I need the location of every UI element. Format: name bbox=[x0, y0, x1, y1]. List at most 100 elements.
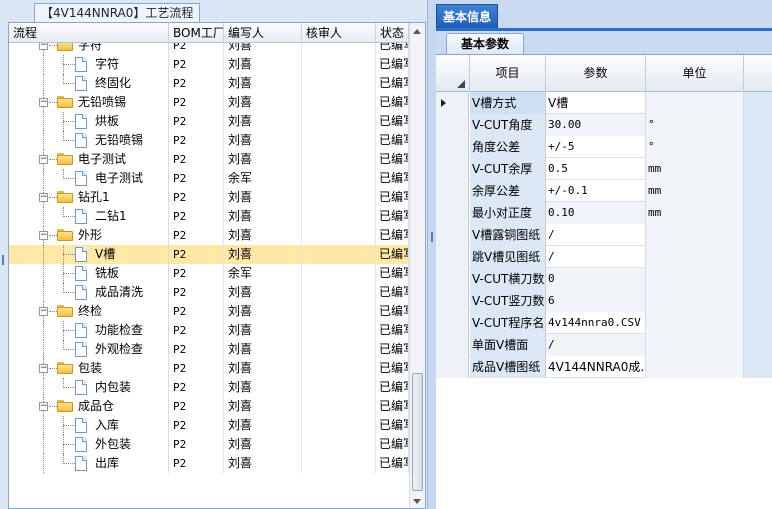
param-value-cell[interactable]: V槽 bbox=[546, 92, 646, 114]
tree-cell[interactable]: − 无铅喷锡 bbox=[9, 93, 169, 112]
tree-folder-row[interactable]: − 电子测试 P2刘喜 已编写 bbox=[9, 150, 409, 169]
select-all-corner-icon[interactable] bbox=[457, 80, 465, 88]
row-indicator[interactable] bbox=[436, 136, 469, 158]
param-value-cell[interactable]: +/-0.1 bbox=[546, 180, 646, 202]
tab-basic-info[interactable]: 基本信息 bbox=[436, 4, 499, 28]
row-indicator[interactable] bbox=[436, 334, 469, 356]
row-indicator[interactable] bbox=[436, 246, 469, 268]
tree-cell[interactable]: 二钻1 bbox=[9, 207, 169, 226]
process-flow-tab[interactable]: 【4V144NNRA0】工艺流程 bbox=[34, 3, 201, 23]
tree-cell[interactable]: 电子测试 bbox=[9, 169, 169, 188]
tree-cell[interactable]: 成品清洗 bbox=[9, 283, 169, 302]
row-indicator[interactable] bbox=[436, 224, 469, 246]
param-row[interactable]: 余厚公差 +/-0.1 mm bbox=[436, 180, 772, 202]
tree-item-row[interactable]: 成品清洗 P2刘喜 已编写 bbox=[9, 283, 409, 302]
tree-cell[interactable]: 外观检查 bbox=[9, 340, 169, 359]
row-indicator[interactable] bbox=[436, 158, 469, 180]
param-value-cell[interactable]: / bbox=[546, 334, 646, 356]
tree-cell[interactable]: − 终检 bbox=[9, 302, 169, 321]
tree-folder-row[interactable]: − 无铅喷锡 P2刘喜 已编写 bbox=[9, 93, 409, 112]
collapse-toggle-icon[interactable]: − bbox=[39, 155, 48, 164]
tree-cell[interactable]: 终固化 bbox=[9, 74, 169, 93]
collapse-toggle-icon[interactable]: − bbox=[39, 402, 48, 411]
collapse-toggle-icon[interactable]: − bbox=[39, 98, 48, 107]
tree-cell[interactable]: 入库 bbox=[9, 416, 169, 435]
tree-cell[interactable]: 内包装 bbox=[9, 378, 169, 397]
column-header-unit[interactable]: 单位 bbox=[646, 55, 744, 92]
tree-item-row[interactable]: 无铅喷锡 P2刘喜 已编写 bbox=[9, 131, 409, 150]
pane-splitter[interactable] bbox=[429, 0, 436, 509]
tree-folder-row[interactable]: − 钻孔1 P2刘喜 已编写 bbox=[9, 188, 409, 207]
param-row[interactable]: 单面V槽面 / bbox=[436, 334, 772, 356]
param-value-cell[interactable]: 6 bbox=[546, 290, 646, 312]
left-edge-grip[interactable] bbox=[2, 255, 5, 265]
row-indicator[interactable] bbox=[436, 202, 469, 224]
param-value-cell[interactable]: / bbox=[546, 224, 646, 246]
row-indicator[interactable] bbox=[436, 268, 469, 290]
param-value-cell[interactable]: 30.00 bbox=[546, 114, 646, 136]
collapse-toggle-icon[interactable]: − bbox=[39, 364, 48, 373]
tree-item-row[interactable]: 二钻1 P2刘喜 已编写 bbox=[9, 207, 409, 226]
param-row[interactable]: V-CUT横刀数 0 bbox=[436, 268, 772, 290]
tree-item-row[interactable]: 外观检查 P2刘喜 已编写 bbox=[9, 340, 409, 359]
scroll-up-arrow-icon[interactable] bbox=[413, 29, 421, 34]
param-row[interactable]: 最小对正度 0.10 mm bbox=[436, 202, 772, 224]
param-row[interactable]: V-CUT竖刀数 6 bbox=[436, 290, 772, 312]
tree-item-row[interactable]: 外包装 P2刘喜 已编写 bbox=[9, 435, 409, 454]
row-indicator[interactable] bbox=[436, 92, 469, 114]
tree-cell[interactable]: − 电子测试 bbox=[9, 150, 169, 169]
tree-item-row[interactable]: 字符 P2刘喜 已编写 bbox=[9, 55, 409, 74]
scroll-thumb[interactable] bbox=[412, 373, 423, 491]
row-indicator[interactable] bbox=[436, 180, 469, 202]
param-value-cell[interactable]: 0.5 bbox=[546, 158, 646, 180]
tree-cell[interactable]: − 钻孔1 bbox=[9, 188, 169, 207]
column-header-editor[interactable]: 编写人 bbox=[224, 23, 302, 43]
tree-cell[interactable]: − 字符 bbox=[9, 43, 169, 55]
param-value-cell[interactable]: 4V144NNRA0成... bbox=[546, 356, 646, 378]
tree-cell[interactable]: − 外形 bbox=[9, 226, 169, 245]
tree-item-row[interactable]: 功能检查 P2刘喜 已编写 bbox=[9, 321, 409, 340]
tree-folder-row[interactable]: − 终检 P2刘喜 已编写 bbox=[9, 302, 409, 321]
tree-item-row[interactable]: 内包装 P2刘喜 已编写 bbox=[9, 378, 409, 397]
param-row[interactable]: 跳V槽见图纸 / bbox=[436, 246, 772, 268]
tree-cell[interactable]: 功能检查 bbox=[9, 321, 169, 340]
tree-item-row[interactable]: 铣板 P2余军 已编写 bbox=[9, 264, 409, 283]
row-indicator[interactable] bbox=[436, 356, 469, 378]
tree-folder-row[interactable]: − 字符 P2刘喜 已编写 bbox=[9, 43, 409, 55]
param-row[interactable]: V槽露铜图纸 / bbox=[436, 224, 772, 246]
splitter-grip-icon[interactable] bbox=[431, 232, 434, 242]
param-value-cell[interactable]: 0.10 bbox=[546, 202, 646, 224]
column-header-param[interactable]: 参数 bbox=[546, 55, 646, 92]
tree-cell[interactable]: 无铅喷锡 bbox=[9, 131, 169, 150]
column-header-bom-factory[interactable]: BOM工厂 bbox=[169, 23, 224, 43]
param-value-cell[interactable]: 0 bbox=[546, 268, 646, 290]
tree-item-row[interactable]: 终固化 P2刘喜 已编写 bbox=[9, 74, 409, 93]
param-row[interactable]: 角度公差 +/-5 ° bbox=[436, 136, 772, 158]
tree-folder-row[interactable]: − 外形 P2刘喜 已编写 bbox=[9, 226, 409, 245]
scroll-down-arrow-icon[interactable] bbox=[413, 499, 421, 504]
column-header-flow[interactable]: 流程 bbox=[9, 23, 169, 43]
tree-folder-row[interactable]: − 包装 P2刘喜 已编写 bbox=[9, 359, 409, 378]
tree-cell[interactable]: − 成品仓 bbox=[9, 397, 169, 416]
param-row[interactable]: V-CUT角度 30.00 ° bbox=[436, 114, 772, 136]
tree-cell[interactable]: V槽 bbox=[9, 245, 169, 264]
collapse-toggle-icon[interactable]: − bbox=[39, 307, 48, 316]
param-row[interactable]: V-CUT程序名 4v144nnra0.CSV bbox=[436, 312, 772, 334]
process-grid-scrollbar[interactable] bbox=[409, 23, 425, 508]
tree-cell[interactable]: 出库 bbox=[9, 454, 169, 473]
param-value-cell[interactable]: 4v144nnra0.CSV bbox=[546, 312, 646, 334]
column-header-reviewer[interactable]: 核审人 bbox=[302, 23, 376, 43]
collapse-toggle-icon[interactable]: − bbox=[39, 43, 48, 50]
tree-item-row[interactable]: 电子测试 P2余军 已编写 bbox=[9, 169, 409, 188]
collapse-toggle-icon[interactable]: − bbox=[39, 231, 48, 240]
tree-folder-row[interactable]: − 成品仓 P2刘喜 已编写 bbox=[9, 397, 409, 416]
param-row[interactable]: V槽方式 V槽 bbox=[436, 92, 772, 114]
tree-cell[interactable]: 铣板 bbox=[9, 264, 169, 283]
collapse-toggle-icon[interactable]: − bbox=[39, 193, 48, 202]
tree-cell[interactable]: 烘板 bbox=[9, 112, 169, 131]
row-indicator[interactable] bbox=[436, 114, 469, 136]
column-header-item[interactable]: 项目 bbox=[470, 55, 546, 92]
tree-item-row[interactable]: 入库 P2刘喜 已编写 bbox=[9, 416, 409, 435]
tab-basic-params[interactable]: 基本参数 bbox=[446, 33, 525, 54]
tree-item-row[interactable]: 烘板 P2刘喜 已编写 bbox=[9, 112, 409, 131]
